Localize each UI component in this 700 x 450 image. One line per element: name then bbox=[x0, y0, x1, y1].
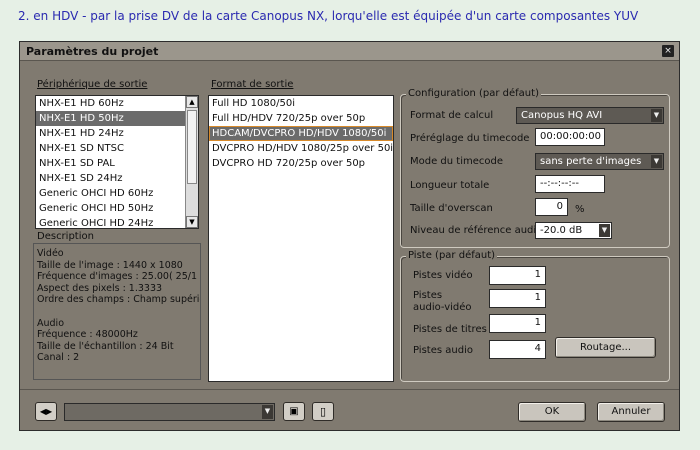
list-item[interactable]: NHX-E1 SD PAL bbox=[36, 156, 198, 171]
audio-video-tracks-label-2: audio-vidéo bbox=[413, 302, 472, 313]
ok-button[interactable]: OK bbox=[518, 402, 586, 422]
dialog-title: Paramètres du projet bbox=[26, 45, 159, 58]
timecode-mode-label: Mode du timecode bbox=[410, 156, 503, 167]
output-format-list[interactable]: Full HD 1080/50i Full HD/HDV 720/25p ove… bbox=[208, 95, 394, 382]
title-tracks-input[interactable]: 1 bbox=[489, 314, 546, 333]
description-line: Taille de l'échantillon : 24 Bit bbox=[37, 340, 174, 352]
list-item[interactable]: Generic OHCI HD 60Hz bbox=[36, 186, 198, 201]
description-line: Taille de l'image : 1440 x 1080 bbox=[37, 259, 183, 271]
list-item[interactable]: Generic OHCI HD 50Hz bbox=[36, 201, 198, 216]
project-settings-dialog: Paramètres du projet × Périphérique de s… bbox=[19, 41, 680, 431]
title-tracks-label: Pistes de titres bbox=[413, 324, 487, 335]
track-group-title: Piste (par défaut) bbox=[406, 250, 498, 261]
timecode-mode-select[interactable]: sans perte d'images ▼ bbox=[535, 153, 664, 170]
description-line: Canal : 2 bbox=[37, 352, 80, 364]
track-group: Piste (par défaut) Pistes vidéo 1 Pistes… bbox=[400, 250, 670, 382]
output-device-list[interactable]: NHX-E1 HD 60Hz NHX-E1 HD 50Hz NHX-E1 HD … bbox=[35, 95, 199, 229]
list-item[interactable]: NHX-E1 SD NTSC bbox=[36, 141, 198, 156]
chevron-down-icon: ▼ bbox=[599, 224, 610, 237]
output-format-label: Format de sortie bbox=[211, 79, 294, 90]
description-line: Fréquence d'images : 25.00( 25/1 bbox=[37, 271, 197, 283]
scroll-up-icon[interactable]: ▲ bbox=[186, 96, 198, 108]
preset-select[interactable]: ▼ bbox=[64, 403, 275, 421]
timecode-preset-label: Préréglage du timecode bbox=[410, 133, 530, 144]
configuration-group: Configuration (par défaut) Format de cal… bbox=[400, 88, 670, 248]
configuration-group-title: Configuration (par défaut) bbox=[406, 88, 541, 99]
list-item[interactable]: NHX-E1 SD 24Hz bbox=[36, 171, 198, 186]
scroll-down-icon[interactable]: ▼ bbox=[186, 216, 198, 228]
vertical-scrollbar[interactable]: ▲ ▼ bbox=[185, 96, 198, 228]
dialog-titlebar: Paramètres du projet × bbox=[20, 42, 679, 61]
chevron-down-icon: ▼ bbox=[262, 405, 273, 419]
list-item[interactable]: DVCPRO HD/HDV 1080/25p over 50i bbox=[209, 141, 393, 156]
cancel-button[interactable]: Annuler bbox=[597, 402, 665, 422]
description-line: Audio bbox=[37, 317, 65, 329]
list-item-selected[interactable]: NHX-E1 HD 50Hz bbox=[36, 111, 198, 126]
audio-ref-value: -20.0 dB bbox=[540, 225, 583, 236]
close-icon[interactable]: × bbox=[662, 45, 674, 57]
list-item[interactable]: Full HD 1080/50i bbox=[209, 96, 393, 111]
audio-ref-select[interactable]: -20.0 dB ▼ bbox=[535, 222, 612, 239]
video-tracks-label: Pistes vidéo bbox=[413, 270, 473, 281]
list-item[interactable]: NHX-E1 HD 24Hz bbox=[36, 126, 198, 141]
audio-tracks-label: Pistes audio bbox=[413, 345, 473, 356]
nav-arrows-icon[interactable]: ◀▶ bbox=[35, 402, 57, 421]
page-caption: 2. en HDV - par la prise DV de la carte … bbox=[18, 9, 639, 23]
description-line bbox=[37, 306, 197, 318]
description-line: Vidéo bbox=[37, 248, 64, 259]
description-line: Aspect des pixels : 1.3333 bbox=[37, 282, 163, 294]
delete-icon[interactable]: ▯ bbox=[312, 402, 334, 421]
chevron-down-icon: ▼ bbox=[651, 109, 662, 122]
scroll-thumb[interactable] bbox=[187, 110, 197, 184]
save-icon[interactable]: ▣ bbox=[283, 402, 305, 421]
description-line: Fréquence : 48000Hz bbox=[37, 329, 138, 341]
audio-tracks-input[interactable]: 4 bbox=[489, 340, 546, 359]
audio-video-tracks-input[interactable]: 1 bbox=[489, 289, 546, 308]
output-device-label: Périphérique de sortie bbox=[37, 79, 148, 90]
routing-button[interactable]: Routage... bbox=[555, 337, 656, 358]
description-line: Ordre des champs : Champ supérie bbox=[37, 294, 201, 306]
audio-ref-label: Niveau de référence audio bbox=[410, 225, 543, 236]
format-calc-value: Canopus HQ AVI bbox=[521, 110, 603, 121]
timecode-mode-value: sans perte d'images bbox=[540, 156, 642, 167]
total-length-field: --:--:--:-- bbox=[535, 175, 605, 193]
bottom-bar: ◀▶ ▼ ▣ ▯ OK Annuler bbox=[20, 389, 679, 430]
audio-video-tracks-label-1: Pistes bbox=[413, 290, 443, 301]
format-calc-select[interactable]: Canopus HQ AVI ▼ bbox=[516, 107, 664, 124]
chevron-down-icon: ▼ bbox=[651, 155, 662, 168]
timecode-preset-input[interactable]: 00:00:00:00 bbox=[535, 128, 605, 146]
video-tracks-input[interactable]: 1 bbox=[489, 266, 546, 285]
format-calc-label: Format de calcul bbox=[410, 110, 494, 121]
overscan-label: Taille d'overscan bbox=[410, 203, 493, 214]
description-panel: Vidéo Taille de l'image : 1440 x 1080 Fr… bbox=[33, 243, 201, 380]
overscan-input[interactable]: 0 bbox=[535, 198, 568, 216]
description-label: Description bbox=[37, 231, 94, 242]
output-device-items: NHX-E1 HD 60Hz NHX-E1 HD 50Hz NHX-E1 HD … bbox=[36, 96, 198, 228]
list-item[interactable]: Full HD/HDV 720/25p over 50p bbox=[209, 111, 393, 126]
list-item[interactable]: NHX-E1 HD 60Hz bbox=[36, 96, 198, 111]
list-item[interactable]: Generic OHCI HD 24Hz bbox=[36, 216, 198, 228]
total-length-label: Longueur totale bbox=[410, 180, 490, 191]
overscan-unit: % bbox=[575, 204, 585, 215]
list-item[interactable]: DVCPRO HD 720/25p over 50p bbox=[209, 156, 393, 171]
list-item-selected[interactable]: HDCAM/DVCPRO HD/HDV 1080/50i bbox=[209, 126, 393, 141]
